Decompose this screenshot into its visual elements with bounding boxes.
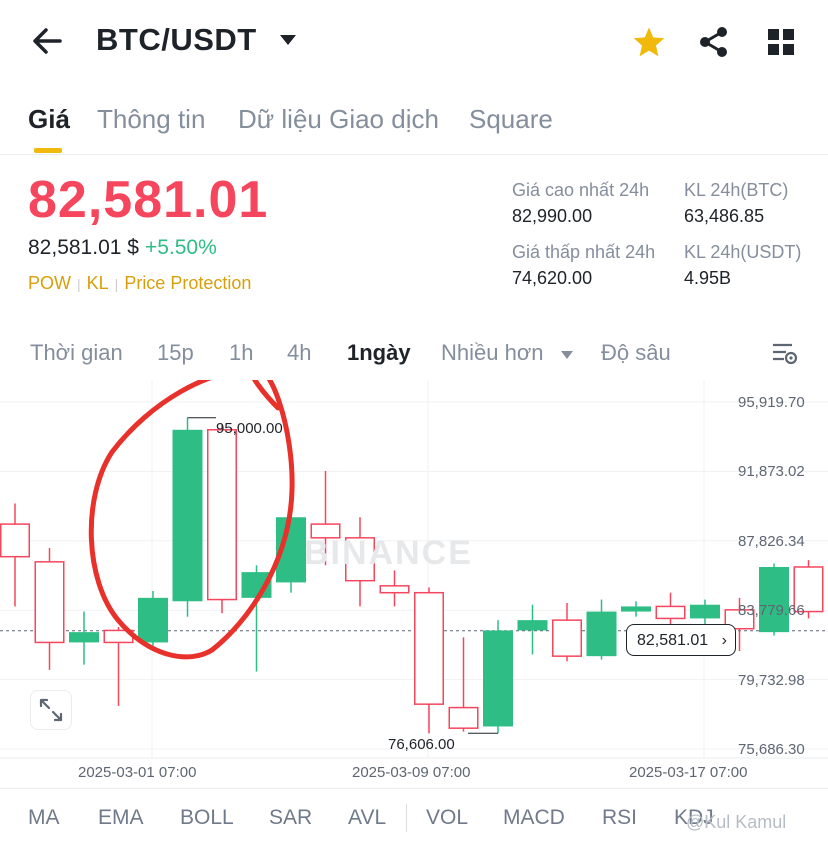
x-tick-label: 2025-03-09 07:00 bbox=[352, 764, 471, 781]
y-tick-label: 91,873.02 bbox=[738, 463, 805, 480]
chart-settings-button[interactable] bbox=[772, 342, 798, 371]
candle-body bbox=[586, 611, 617, 657]
x-tick-label: 2025-03-17 07:00 bbox=[629, 764, 748, 781]
last-price-marker[interactable]: 82,581.01 › bbox=[626, 624, 736, 656]
low-24h-label: Giá thấp nhất 24h bbox=[512, 242, 656, 262]
candle-body bbox=[690, 604, 720, 619]
caret-down-icon bbox=[561, 351, 573, 359]
star-icon bbox=[633, 27, 665, 57]
share-button[interactable] bbox=[698, 26, 730, 63]
username-watermark: @Kul Kamul bbox=[686, 812, 787, 832]
candle-body bbox=[414, 591, 444, 705]
last-price: 82,581.01 bbox=[28, 171, 269, 229]
layout-button[interactable] bbox=[767, 28, 795, 61]
vol-btc-value: 63,486.85 bbox=[684, 206, 765, 226]
fiat-price: 82,581.01 $ bbox=[28, 236, 139, 259]
share-icon bbox=[700, 27, 727, 57]
timeframe-1h[interactable]: 1h bbox=[229, 340, 253, 366]
tab-indicator bbox=[34, 148, 62, 153]
candle-body bbox=[655, 605, 686, 620]
candle-body bbox=[552, 619, 582, 657]
timeframe-time[interactable]: Thời gian bbox=[30, 340, 123, 366]
candle-body bbox=[34, 561, 65, 644]
expand-icon bbox=[39, 698, 63, 722]
vol-btc-label: KL 24h(BTC) bbox=[684, 180, 789, 200]
timeframe-15m[interactable]: 15p bbox=[157, 340, 194, 366]
indicator-rsi[interactable]: RSI bbox=[602, 806, 637, 830]
tag-price-protection[interactable]: Price Protection bbox=[124, 273, 251, 293]
more-caret[interactable] bbox=[560, 347, 574, 365]
favorite-button[interactable] bbox=[632, 26, 666, 63]
candle-body bbox=[759, 566, 789, 633]
y-tick-label: 75,686.30 bbox=[738, 741, 805, 758]
min-price-label: 76,606.00 bbox=[388, 736, 455, 753]
max-price-label: 95,000.00 bbox=[216, 420, 283, 437]
candle-body bbox=[483, 630, 513, 727]
last-price-marker-value: 82,581.01 bbox=[637, 632, 709, 649]
tab-square[interactable]: Square bbox=[469, 104, 553, 135]
x-tick-label: 2025-03-01 07:00 bbox=[78, 764, 197, 781]
divider bbox=[0, 788, 828, 789]
back-button[interactable] bbox=[30, 24, 64, 63]
y-tick-label: 79,732.98 bbox=[738, 672, 805, 689]
chart-settings-icon bbox=[773, 343, 798, 365]
y-tick-label: 87,826.34 bbox=[738, 533, 805, 550]
candle-body bbox=[0, 523, 30, 558]
binance-watermark: BINANCE bbox=[304, 534, 473, 572]
tab-trading-data[interactable]: Dữ liệu Giao dịch bbox=[238, 104, 439, 135]
timeframe-4h[interactable]: 4h bbox=[287, 340, 311, 366]
tab-info[interactable]: Thông tin bbox=[97, 104, 205, 135]
tag-kl[interactable]: KL bbox=[87, 273, 109, 293]
timeframe-1day[interactable]: 1ngày bbox=[347, 340, 411, 366]
indicator-ema[interactable]: EMA bbox=[98, 806, 144, 830]
indicator-avl[interactable]: AVL bbox=[348, 806, 386, 830]
candlestick-chart[interactable] bbox=[0, 380, 828, 788]
indicator-boll[interactable]: BOLL bbox=[180, 806, 234, 830]
indicator-macd[interactable]: MACD bbox=[503, 806, 565, 830]
candle-body bbox=[172, 429, 203, 602]
high-24h-value: 82,990.00 bbox=[512, 206, 593, 226]
tag-separator: | bbox=[114, 276, 119, 292]
caret-down-icon bbox=[280, 35, 296, 45]
high-24h-label: Giá cao nhất 24h bbox=[512, 180, 650, 200]
indicator-vol[interactable]: VOL bbox=[426, 806, 468, 830]
candle-body bbox=[69, 632, 99, 643]
tab-price[interactable]: Giá bbox=[28, 104, 70, 135]
tag-separator: | bbox=[77, 276, 81, 292]
pair-title[interactable]: BTC/USDT bbox=[96, 22, 257, 58]
candle-body bbox=[379, 585, 410, 594]
indicator-sar[interactable]: SAR bbox=[269, 806, 312, 830]
y-tick-label: 83,779.66 bbox=[738, 602, 805, 619]
indicator-ma[interactable]: MA bbox=[28, 806, 60, 830]
tag-pow[interactable]: POW bbox=[28, 273, 71, 293]
candle-body bbox=[621, 606, 651, 612]
candle-body bbox=[517, 620, 548, 631]
price-change: +5.50% bbox=[144, 236, 217, 259]
low-24h-value: 74,620.00 bbox=[512, 268, 593, 288]
grid-icon bbox=[768, 29, 794, 55]
pair-dropdown[interactable] bbox=[278, 32, 298, 53]
timeframe-more[interactable]: Nhiều hơn bbox=[441, 340, 544, 366]
arrow-left-icon bbox=[33, 28, 62, 54]
vol-usdt-label: KL 24h(USDT) bbox=[684, 242, 802, 262]
candle-body bbox=[448, 706, 479, 729]
candle-body bbox=[138, 597, 168, 643]
expand-button[interactable] bbox=[30, 690, 72, 730]
fiat-price-row: 82,581.01 $ +5.50% bbox=[28, 236, 217, 260]
timeframe-depth[interactable]: Độ sâu bbox=[601, 340, 671, 366]
chevron-right-icon: › bbox=[721, 632, 727, 649]
divider bbox=[0, 154, 828, 155]
vol-usdt-value: 4.95B bbox=[684, 268, 732, 288]
indicator-separator bbox=[406, 804, 407, 832]
tag-row: POW | KL | Price Protection bbox=[28, 273, 251, 294]
y-tick-label: 95,919.70 bbox=[738, 394, 805, 411]
candle-body bbox=[207, 429, 237, 601]
